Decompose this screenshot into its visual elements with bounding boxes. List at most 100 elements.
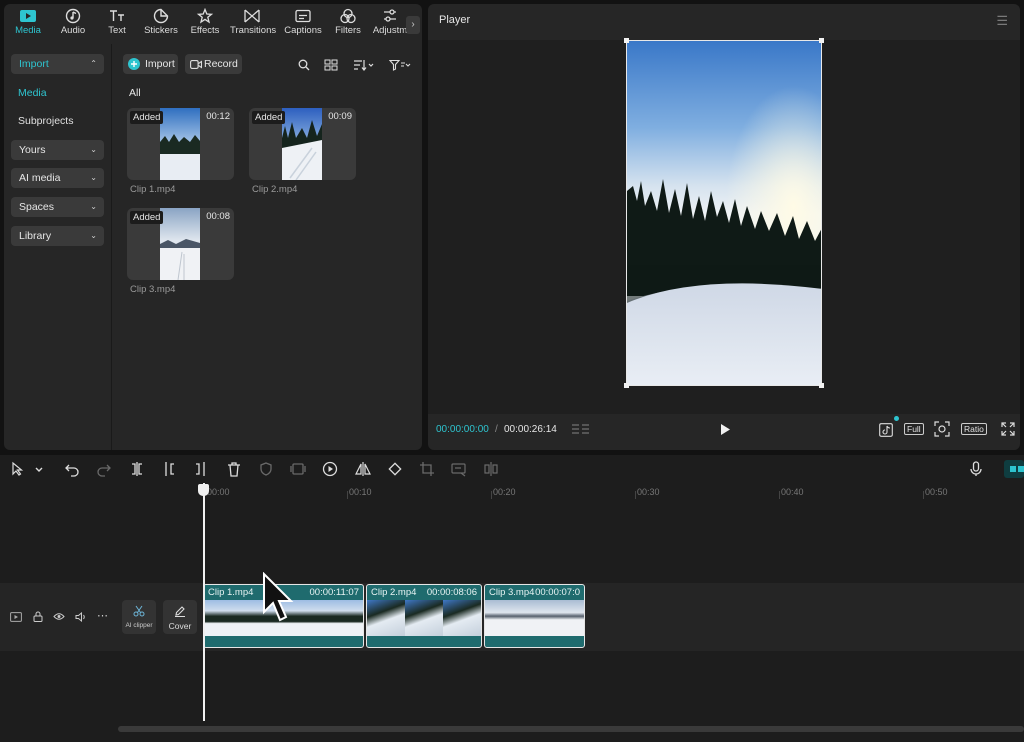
timeline-panel: 00:00 00:10 00:20 00:30 00:40 00:50 ⋯ AI…: [0, 455, 1024, 742]
timeline-clip[interactable]: Clip 2.mp4 00:00:08:06: [366, 584, 482, 648]
ratio-button[interactable]: Ratio: [961, 423, 987, 435]
import-button[interactable]: Import: [123, 54, 178, 74]
ruler-tick: [923, 491, 924, 499]
playhead[interactable]: [203, 483, 205, 721]
ruler-label: 00:30: [637, 487, 660, 497]
scissors-icon: [133, 605, 145, 617]
play-circle-icon[interactable]: [322, 461, 338, 477]
clip-name: Clip 2.mp4: [252, 184, 298, 195]
more-options-icon[interactable]: ⋯: [97, 609, 108, 622]
redo-icon[interactable]: [96, 461, 112, 477]
media-icon: [20, 10, 36, 22]
sidebar-spaces[interactable]: Spaces ⌄: [11, 197, 104, 217]
shield-icon[interactable]: [258, 461, 274, 477]
chevron-up-icon: ⌃: [90, 59, 97, 68]
timeline-toolbar: [0, 455, 1024, 483]
sidebar-item-subprojects[interactable]: Subprojects: [18, 115, 73, 127]
magnet-toggle[interactable]: [1004, 460, 1024, 478]
tab-audio[interactable]: Audio: [51, 4, 95, 44]
sidebar-import[interactable]: Import ⌃: [11, 54, 104, 74]
time-separator: /: [495, 424, 498, 435]
full-quality-button[interactable]: Full: [904, 423, 924, 435]
timeline-clip-name: Clip 1.mp4: [208, 587, 254, 598]
media-panel: Media Audio Text Stickers Effects Transi…: [4, 4, 422, 450]
tabs-scroll-right-button[interactable]: ›: [406, 16, 420, 34]
sidebar-ai-media[interactable]: AI media ⌄: [11, 168, 104, 188]
video-preview[interactable]: [626, 40, 822, 386]
timeline-clip-duration: 00:00:07:0: [535, 587, 580, 598]
chevron-down-icon: ⌄: [90, 173, 97, 182]
sidebar-yours[interactable]: Yours ⌄: [11, 140, 104, 160]
timeline-horizontal-scrollbar[interactable]: [118, 726, 1024, 732]
sidebar-item-media[interactable]: Media: [18, 87, 47, 99]
fullscreen-icon[interactable]: [1001, 422, 1015, 436]
clip-thumbnail: [160, 108, 200, 180]
resize-handle[interactable]: [819, 383, 824, 388]
media-library: Import Record All Added 00:12 Clip 1.mp4: [113, 44, 422, 450]
tab-transitions[interactable]: Transitions: [230, 4, 276, 44]
eye-icon[interactable]: [53, 612, 65, 621]
freeze-frame-icon[interactable]: [290, 461, 306, 477]
tiktok-icon[interactable]: [879, 422, 893, 437]
cover-button[interactable]: Cover: [163, 600, 197, 634]
tab-media[interactable]: Media: [6, 4, 50, 44]
chevron-down-icon: ⌄: [90, 231, 97, 240]
filter-icon[interactable]: [389, 59, 411, 71]
media-clip-card[interactable]: Added 00:08: [127, 208, 234, 280]
undo-icon[interactable]: [64, 461, 80, 477]
select-cursor-icon[interactable]: [10, 461, 26, 477]
pencil-icon: [175, 606, 185, 617]
clip-duration: 00:12: [206, 111, 230, 122]
preview-frame: [627, 41, 821, 385]
search-icon[interactable]: [298, 59, 310, 71]
ruler-label: 00:20: [493, 487, 516, 497]
timeline-clip[interactable]: Clip 3.mp4 00:00:07:0: [484, 584, 585, 648]
chevron-down-icon[interactable]: [31, 461, 47, 477]
tab-effects[interactable]: Effects: [183, 4, 227, 44]
mouse-cursor-icon: [263, 572, 294, 622]
menu-icon[interactable]: ☰: [996, 13, 1008, 29]
clip-thumbnail: [282, 108, 322, 180]
playhead-handle[interactable]: [198, 484, 209, 496]
adjustment-icon: [384, 9, 396, 22]
filters-icon: [340, 8, 356, 24]
split-icon[interactable]: [129, 461, 145, 477]
grid-view-icon[interactable]: [324, 59, 338, 71]
zoom-fit-icon[interactable]: [934, 421, 950, 437]
media-clip-card[interactable]: Added 00:09: [249, 108, 356, 180]
ai-clipper-button[interactable]: AI clipper: [122, 600, 156, 634]
tab-captions[interactable]: Captions: [281, 4, 325, 44]
play-icon[interactable]: [719, 423, 731, 436]
ruler-label: 00:40: [781, 487, 804, 497]
mirror-icon[interactable]: [355, 461, 371, 477]
delete-icon[interactable]: [226, 461, 242, 477]
camera-icon: [190, 60, 202, 69]
sort-icon[interactable]: [353, 59, 375, 71]
resize-handle[interactable]: [624, 383, 629, 388]
tab-stickers[interactable]: Stickers: [139, 4, 183, 44]
timecode-grid-icon[interactable]: [571, 423, 591, 436]
clip-filmstrip: [485, 600, 584, 636]
trim-left-icon[interactable]: [161, 461, 177, 477]
player-canvas: [428, 38, 1020, 414]
caption-edit-icon[interactable]: [451, 461, 467, 477]
captions-icon: [295, 9, 311, 23]
crop-icon[interactable]: [419, 461, 435, 477]
chevron-right-icon: ›: [411, 19, 415, 30]
resize-handle[interactable]: [624, 38, 629, 43]
added-badge: Added: [130, 111, 164, 124]
rotate-icon[interactable]: [387, 461, 403, 477]
resize-handle[interactable]: [819, 38, 824, 43]
media-clip-card[interactable]: Added 00:12: [127, 108, 234, 180]
volume-icon[interactable]: [75, 612, 87, 622]
record-button[interactable]: Record: [185, 54, 242, 74]
microphone-icon[interactable]: [968, 461, 984, 477]
time-ruler[interactable]: 00:00 00:10 00:20 00:30 00:40 00:50: [116, 483, 1024, 501]
tab-text[interactable]: Text: [95, 4, 139, 44]
sidebar-library[interactable]: Library ⌄: [11, 226, 104, 246]
replace-clip-icon[interactable]: [483, 461, 499, 477]
tab-filters[interactable]: Filters: [326, 4, 370, 44]
lock-icon[interactable]: [33, 611, 43, 622]
trim-right-icon[interactable]: [193, 461, 209, 477]
clip-name: Clip 3.mp4: [130, 284, 176, 295]
